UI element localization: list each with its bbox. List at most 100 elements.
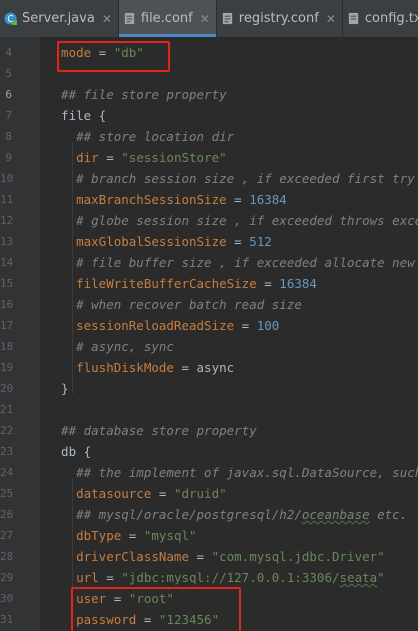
code-line: }: [46, 378, 418, 399]
line-number: 8: [5, 130, 12, 143]
line-number: 26: [0, 508, 14, 521]
code-token: =: [98, 570, 122, 585]
code-line: # file buffer size , if exceeded allocat…: [46, 252, 418, 273]
code-token: # globe session size , if exceeded throw…: [76, 213, 418, 228]
code-token: # when recover batch read size: [46, 297, 302, 312]
code-token: async: [196, 360, 235, 375]
code-token: 16384: [279, 276, 317, 291]
code-editor[interactable]: mode = "db" ## file store property file …: [46, 37, 418, 631]
line-number: 9: [5, 151, 12, 164]
tab-file-conf[interactable]: file.conf ✕: [118, 0, 217, 37]
line-number: 15: [0, 277, 14, 290]
code-line: dbType = "mysql": [46, 525, 418, 546]
tab-label: config.txt: [364, 11, 418, 26]
line-number: 23: [0, 445, 14, 458]
line-number: 4: [5, 46, 12, 59]
line-number: 28: [0, 550, 14, 563]
line-number: 14: [0, 256, 14, 269]
code-line: sessionReloadReadSize = 100: [46, 315, 418, 336]
code-token: ## store location dir: [46, 129, 235, 144]
code-token: =: [256, 276, 280, 291]
code-line: datasource = "druid": [46, 483, 418, 504]
code-line: ## store location dir: [46, 126, 418, 147]
code-token: ## file store property: [46, 87, 227, 102]
code-token: file {: [46, 108, 107, 123]
code-token: seata: [339, 570, 378, 585]
code-token: "druid": [173, 486, 227, 501]
code-token: datasource: [46, 486, 152, 501]
code-line: url = "jdbc:mysql://127.0.0.1:3306/seata…: [46, 567, 418, 588]
code-token: 16384: [249, 192, 287, 207]
code-token: =: [226, 192, 250, 207]
tab-label: registry.conf: [238, 11, 319, 26]
line-number: 13: [0, 235, 14, 248]
code-token: =: [173, 360, 197, 375]
code-token: url: [46, 570, 99, 585]
code-token: "jdbc:mysql://127.0.0.1:3306/: [121, 570, 340, 585]
tab-label: Server.java: [22, 11, 95, 26]
code-token: }: [46, 381, 69, 396]
code-line: # globe session size , if exceeded throw…: [46, 210, 418, 231]
code-line: maxGlobalSessionSize = 512: [46, 231, 418, 252]
close-icon[interactable]: ✕: [200, 12, 210, 26]
code-token: etc.: [369, 507, 408, 522]
code-token: =: [98, 150, 122, 165]
close-icon[interactable]: ✕: [326, 12, 336, 26]
code-line: # when recover batch read size: [46, 294, 418, 315]
code-token: =: [189, 549, 212, 564]
close-icon[interactable]: ✕: [102, 12, 112, 26]
code-line: driverClassName = "com.mysql.jdbc.Driver…: [46, 546, 418, 567]
line-number: 29: [0, 571, 14, 584]
code-token: dir: [46, 150, 99, 165]
highlight-box-credentials: [71, 587, 241, 631]
tab-server-java[interactable]: C Server.java ✕: [0, 0, 119, 37]
line-number: 20: [0, 382, 14, 395]
line-number: 16: [0, 298, 14, 311]
line-number: 17: [0, 319, 14, 332]
code-token: =: [234, 318, 257, 333]
config-file-icon: [221, 12, 239, 25]
code-line: ## database store property: [46, 420, 418, 441]
line-number: 6: [5, 88, 12, 101]
code-token: db {: [46, 444, 92, 459]
line-number: 18: [0, 340, 14, 353]
tab-label: file.conf: [140, 11, 193, 26]
code-token: fileWriteBufferCacheSize: [46, 276, 257, 291]
code-line: file {: [46, 105, 418, 126]
code-line: ## file store property: [46, 84, 418, 105]
tab-config-txt[interactable]: config.txt✕: [343, 0, 418, 37]
code-token: 100: [256, 318, 280, 333]
code-token: "mysql": [143, 528, 197, 543]
code-token: sessionReloadReadSize: [46, 318, 235, 333]
tab-registry-conf[interactable]: registry.conf ✕: [217, 0, 343, 37]
code-token: maxGlobalSessionSize: [46, 234, 227, 249]
code-line: flushDiskMode = async: [46, 357, 418, 378]
line-number-gutter: 4 5 6 7 8 9 10 11 12 13 14 15 16 17 18 19 20 21 22 23 24 25 26…: [0, 37, 40, 631]
line-number: 30: [0, 592, 14, 605]
code-token: # async, sync: [46, 339, 174, 354]
code-line: maxBranchSessionSize = 16384: [46, 189, 418, 210]
code-token: 512: [249, 234, 272, 249]
code-line: fileWriteBufferCacheSize = 16384: [46, 273, 418, 294]
code-token: =: [151, 486, 174, 501]
editor-tab-bar: C Server.java ✕ file.conf ✕ registry.conf ✕ con…: [0, 0, 418, 38]
code-token: ## the implement of javax.sql.DataSource…: [76, 465, 418, 480]
code-token: =: [121, 528, 144, 543]
code-line: # async, sync: [46, 336, 418, 357]
code-token: # branch session size , if exceeded firs…: [76, 171, 415, 186]
code-line: db {: [46, 441, 418, 462]
code-token: =: [226, 234, 250, 249]
code-token: oceanbase: [301, 507, 370, 522]
code-token: dbType: [46, 528, 122, 543]
config-file-icon: [123, 12, 141, 25]
line-number: 31: [0, 613, 14, 626]
line-number: 24: [0, 466, 14, 479]
line-number: 5: [5, 67, 12, 80]
line-number: 27: [0, 529, 14, 542]
highlight-box-mode: [57, 41, 170, 72]
code-line: ## mysql/oracle/postgresql/h2/oceanbase …: [46, 504, 418, 525]
code-token: "com.mysql.jdbc.Driver": [211, 549, 385, 564]
code-token: ": [377, 570, 385, 585]
line-number: 10: [0, 172, 14, 185]
